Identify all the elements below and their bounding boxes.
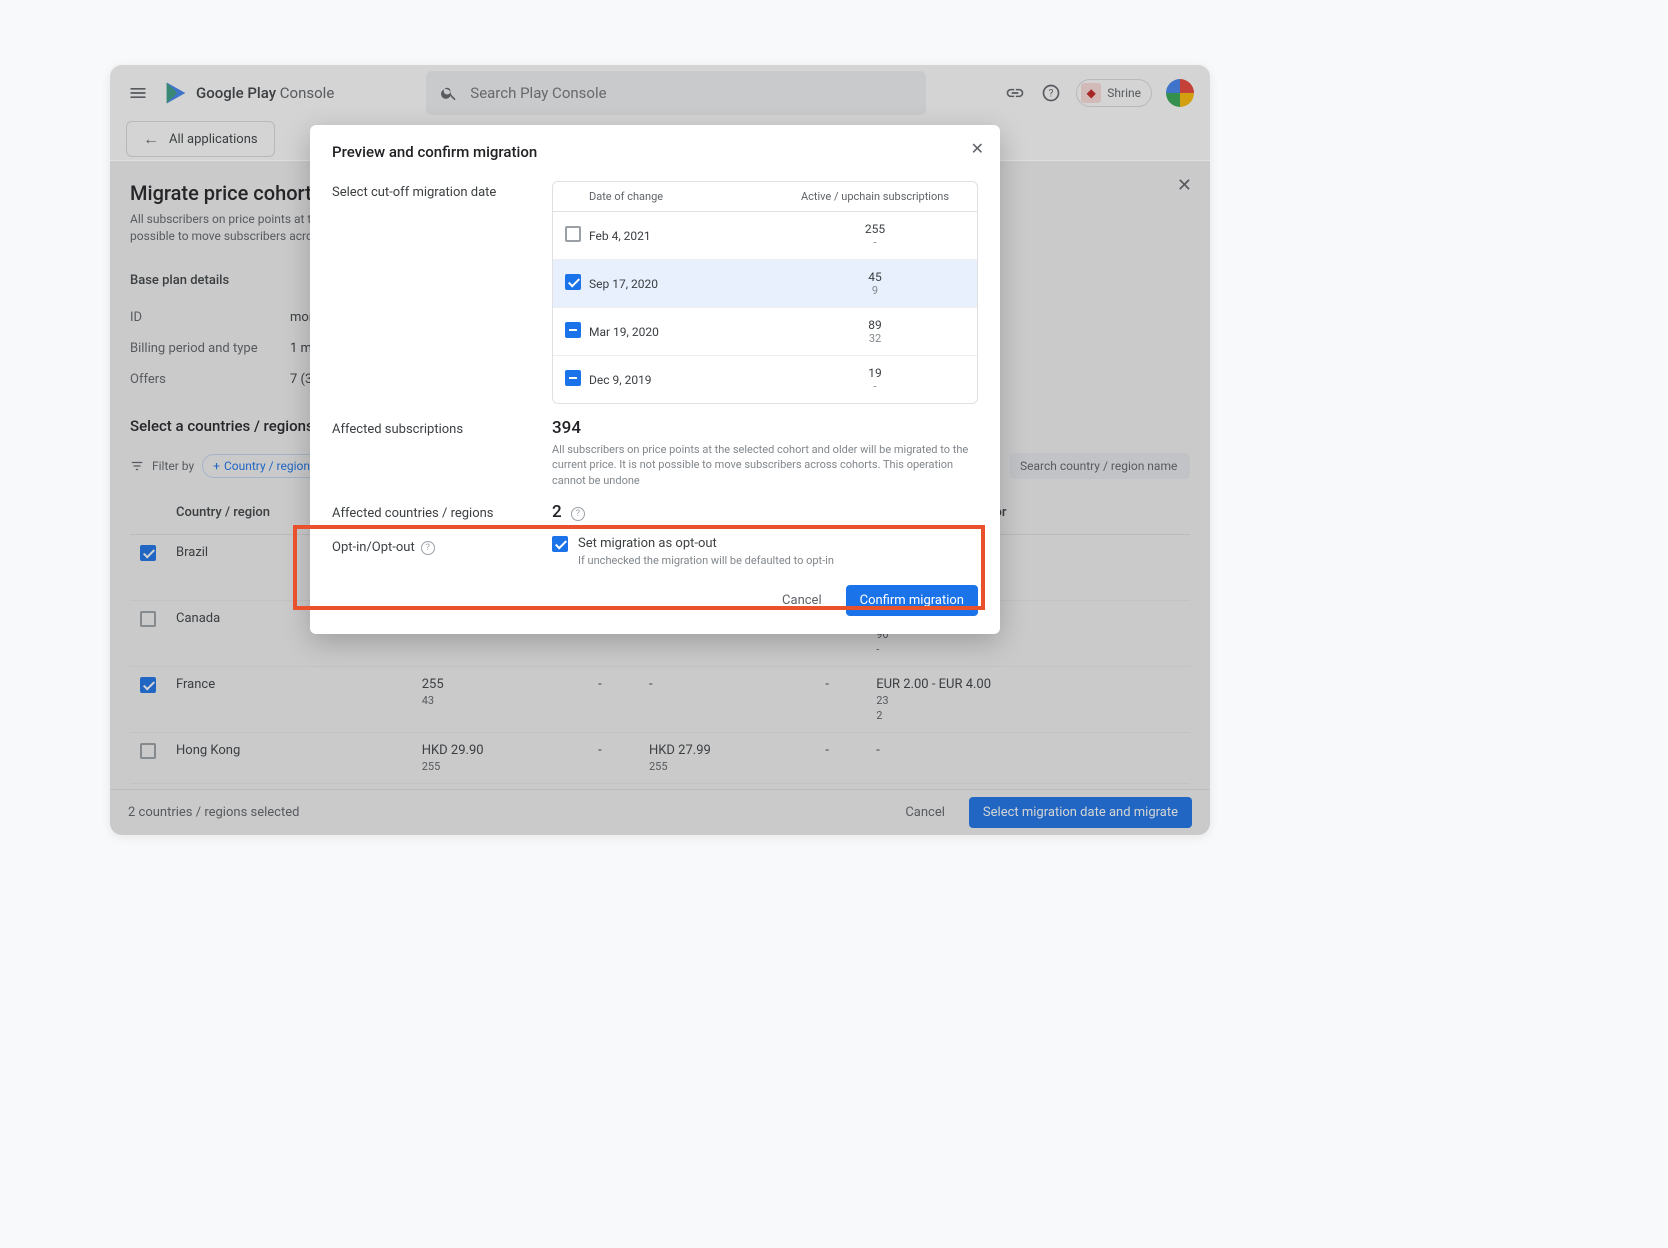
- col-subs: Active / upchain subscriptions: [785, 190, 965, 203]
- close-icon[interactable]: ✕: [971, 139, 984, 158]
- optout-checkbox[interactable]: [552, 536, 568, 552]
- date-row[interactable]: Feb 4, 2021 255-: [553, 212, 977, 260]
- detail-id-label: ID: [130, 310, 290, 325]
- row-checkbox[interactable]: [140, 611, 156, 627]
- help-icon[interactable]: ?: [1040, 82, 1062, 104]
- cancel-button[interactable]: Cancel: [891, 797, 959, 828]
- gem-icon: ◆: [1081, 83, 1101, 103]
- play-icon: [162, 79, 190, 107]
- date-row[interactable]: Mar 19, 2020 8932: [553, 308, 977, 356]
- date-row[interactable]: Dec 9, 2019 19-: [553, 356, 977, 403]
- topbar: Google Play Console ? ◆ Shrine: [110, 65, 1210, 121]
- confirm-migration-modal: ✕ Preview and confirm migration Select c…: [310, 125, 1000, 634]
- detail-billing-label: Billing period and type: [130, 341, 290, 356]
- svg-text:?: ?: [1049, 88, 1054, 99]
- affected-countries-label: Affected countries / regions: [332, 502, 532, 522]
- filter-label: Filter by: [152, 459, 194, 473]
- optout-text: Set migration as opt-out: [578, 536, 717, 551]
- affected-countries-value: 2: [552, 502, 562, 522]
- search-input[interactable]: [470, 84, 912, 102]
- account-avatar[interactable]: [1166, 79, 1194, 107]
- select-date-migrate-button[interactable]: Select migration date and migrate: [969, 797, 1192, 828]
- date-table: Date of changeActive / upchain subscript…: [552, 181, 978, 404]
- filter-chip-country[interactable]: + Country / region: [202, 454, 321, 478]
- help-icon[interactable]: ?: [571, 507, 585, 521]
- row-checkbox[interactable]: [140, 677, 156, 693]
- help-icon[interactable]: ?: [421, 541, 435, 555]
- country-name: France: [166, 666, 412, 732]
- col-date: Date of change: [589, 190, 785, 203]
- affected-subs-note: All subscribers on price points at the s…: [552, 442, 978, 488]
- close-icon[interactable]: ✕: [1177, 175, 1192, 196]
- row-checkbox[interactable]: [140, 545, 156, 561]
- row-checkbox[interactable]: [140, 743, 156, 759]
- date-checkbox[interactable]: [565, 226, 581, 242]
- confirm-migration-button[interactable]: Confirm migration: [846, 585, 978, 616]
- table-row: Hong Kong HKD 29.90255 - HKD 27.99255 - …: [130, 732, 1190, 783]
- affected-subs-label: Affected subscriptions: [332, 418, 532, 488]
- app-selector-chip[interactable]: ◆ Shrine: [1076, 79, 1152, 107]
- panel-footer: 2 countries / regions selected Cancel Se…: [110, 789, 1210, 835]
- opt-label: Opt-in/Opt-out?: [332, 536, 532, 567]
- link-icon[interactable]: [1004, 82, 1026, 104]
- selection-count: 2 countries / regions selected: [128, 805, 299, 820]
- affected-subs-value: 394: [552, 418, 978, 438]
- detail-offers-label: Offers: [130, 372, 290, 387]
- country-search[interactable]: Search country / region name: [1010, 453, 1190, 479]
- app-name-label: Shrine: [1107, 86, 1141, 100]
- date-checkbox[interactable]: [565, 274, 581, 290]
- date-row[interactable]: Sep 17, 2020 459: [553, 260, 977, 308]
- search-bar[interactable]: [426, 71, 926, 115]
- country-name: Hong Kong: [166, 732, 412, 783]
- filter-icon: [130, 459, 144, 473]
- cutoff-date-label: Select cut-off migration date: [332, 181, 532, 404]
- modal-title: Preview and confirm migration: [332, 143, 978, 161]
- date-checkbox[interactable]: [565, 370, 581, 386]
- play-console-logo: Google Play Console: [162, 79, 334, 107]
- search-icon: [440, 84, 458, 102]
- date-checkbox[interactable]: [565, 322, 581, 338]
- optout-subtext: If unchecked the migration will be defau…: [578, 554, 834, 567]
- table-row: France 25543 --- EUR 2.00 - EUR 4.00232: [130, 666, 1190, 732]
- modal-cancel-button[interactable]: Cancel: [768, 585, 836, 616]
- hamburger-menu[interactable]: [126, 81, 150, 105]
